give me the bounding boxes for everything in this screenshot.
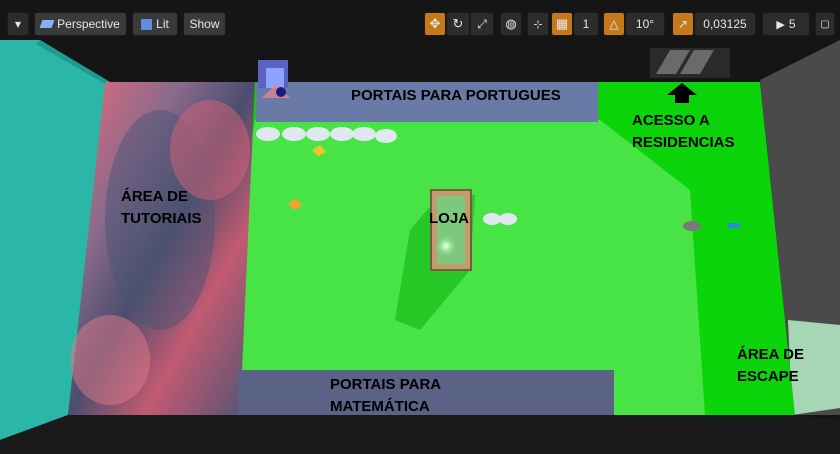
acesso-residencias-label: ACESSO A RESIDENCIAS: [632, 112, 735, 151]
angle-icon: △: [609, 17, 619, 31]
rotate-tool-button[interactable]: ↻: [446, 12, 470, 36]
move-icon: ✥: [429, 16, 441, 31]
maximize-icon: ▢: [820, 18, 830, 30]
grid-snap-toggle[interactable]: ▦: [551, 12, 573, 36]
scale-snap-icon: ↗: [677, 17, 689, 31]
camera-icon: ▶: [776, 18, 785, 31]
lit-label: Lit: [156, 17, 169, 31]
grid-size-value: 1: [582, 17, 590, 31]
surface-snap-icon: ⊹: [533, 18, 543, 31]
perspective-label: Perspective: [57, 17, 120, 31]
camera-speed-value: 5: [788, 17, 796, 31]
scale-snap-dropdown[interactable]: 0,03125: [694, 12, 756, 36]
rotation-snap-value: 10°: [635, 17, 655, 31]
perspective-button[interactable]: Perspective: [34, 12, 127, 36]
portais-matematica-label: PORTAIS PARA MATEMÁTICA: [330, 376, 442, 415]
cube-icon: [141, 18, 153, 30]
portais-portugues-label: PORTAIS PARA PORTUGUES: [351, 87, 561, 104]
area-tutoriais-label: ÁREA DE TUTORIAIS: [121, 188, 202, 227]
loja-building[interactable]: [430, 189, 472, 271]
blue-prop: [728, 223, 740, 228]
surface-snap-button[interactable]: ⊹: [527, 12, 549, 36]
rotation-snap-dropdown[interactable]: 10°: [625, 12, 665, 36]
camera-speed-dropdown[interactable]: ▶ 5: [762, 12, 810, 36]
maximize-viewport-button[interactable]: ▢: [815, 12, 835, 36]
scale-icon: ⤢: [477, 16, 487, 31]
translate-tool-button[interactable]: ✥: [424, 12, 446, 36]
level-viewport[interactable]: ▾ Perspective Lit Show ✥ ↻ ⤢ ◍ ⊹ ▦ 1 △ 1…: [0, 0, 840, 454]
rotate-icon: ↻: [452, 16, 464, 31]
residence-door: [650, 48, 730, 78]
globe-icon: ◍: [505, 16, 517, 31]
chevron-down-icon: ▾: [14, 17, 22, 31]
grid-icon: ▦: [555, 16, 569, 31]
grid-size-dropdown[interactable]: 1: [573, 12, 599, 36]
scale-snap-toggle[interactable]: ↗: [672, 12, 694, 36]
show-label: Show: [189, 17, 220, 31]
rock-prop: [683, 221, 701, 231]
lit-button[interactable]: Lit: [132, 12, 178, 36]
scale-tool-button[interactable]: ⤢: [470, 12, 494, 36]
scale-snap-value: 0,03125: [703, 17, 747, 31]
perspective-icon: [39, 20, 55, 28]
rotation-snap-toggle[interactable]: △: [603, 12, 625, 36]
world-space-button[interactable]: ◍: [500, 12, 522, 36]
show-button[interactable]: Show: [183, 12, 226, 36]
area-escape-label: ÁREA DE ESCAPE: [737, 346, 804, 385]
bottom-wall: [0, 415, 840, 454]
viewport-menu-button[interactable]: ▾: [7, 12, 29, 36]
loja-label: LOJA: [429, 210, 470, 227]
